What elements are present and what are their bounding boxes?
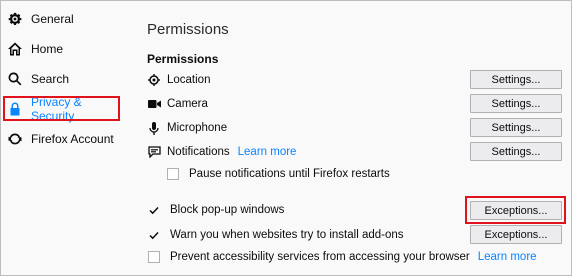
microphone-settings-button[interactable]: Settings... (470, 118, 562, 137)
accessibility-learn-more-link[interactable]: Learn more (478, 251, 537, 263)
permission-location: Location (147, 71, 210, 89)
sidebar-item-label: Home (31, 42, 64, 56)
permission-notifications: Notifications Learn more (147, 143, 296, 161)
permission-camera: Camera (147, 95, 208, 113)
block-popups-row: Block pop-up windows (148, 201, 284, 219)
location-settings-button[interactable]: Settings... (470, 70, 562, 89)
sidebar: General Home Search Privacy & Security F… (1, 1, 131, 275)
sync-icon (7, 131, 23, 147)
checkmark-icon (149, 206, 159, 215)
addons-exceptions-button[interactable]: Exceptions... (470, 225, 562, 244)
block-popups-checkbox[interactable] (148, 204, 160, 216)
highlight-popup-exceptions (465, 196, 566, 224)
preferences-window: General Home Search Privacy & Security F… (0, 0, 572, 276)
pause-notifications-row: Pause notifications until Firefox restar… (167, 165, 390, 183)
prevent-accessibility-row: Prevent accessibility services from acce… (148, 248, 537, 266)
warn-addons-checkbox[interactable] (148, 229, 160, 241)
home-icon (7, 41, 23, 57)
camera-icon (147, 97, 161, 111)
sidebar-item-label: General (31, 12, 74, 26)
pause-notifications-label: Pause notifications until Firefox restar… (189, 168, 390, 180)
sidebar-item-label: Search (31, 72, 70, 86)
prevent-accessibility-label: Prevent accessibility services from acce… (170, 251, 470, 263)
permission-label: Camera (167, 98, 208, 110)
page-title: Permissions (147, 21, 229, 38)
notifications-learn-more-link[interactable]: Learn more (238, 146, 297, 158)
block-popups-label: Block pop-up windows (170, 204, 285, 216)
sidebar-item-firefox-account[interactable]: Firefox Account (4, 128, 122, 150)
sidebar-item-home[interactable]: Home (4, 38, 122, 60)
sidebar-item-general[interactable]: General (4, 8, 122, 30)
camera-settings-button[interactable]: Settings... (470, 94, 562, 113)
microphone-icon (147, 121, 161, 135)
section-title: Permissions (147, 52, 219, 66)
checkmark-icon (149, 231, 159, 240)
warn-addons-row: Warn you when websites try to install ad… (148, 226, 404, 244)
notifications-settings-button[interactable]: Settings... (470, 142, 562, 161)
permission-label: Notifications (167, 146, 230, 158)
notification-icon (147, 145, 161, 159)
pause-notifications-checkbox[interactable] (167, 168, 179, 180)
permission-label: Location (167, 74, 211, 86)
permission-microphone: Microphone (147, 119, 227, 137)
warn-addons-label: Warn you when websites try to install ad… (170, 229, 404, 241)
highlight-privacy-security (3, 96, 120, 121)
prevent-accessibility-checkbox[interactable] (148, 251, 160, 263)
gear-icon (7, 11, 23, 27)
location-icon (147, 73, 161, 87)
sidebar-item-label: Firefox Account (31, 132, 114, 146)
search-icon (7, 71, 23, 87)
permission-label: Microphone (167, 122, 228, 134)
sidebar-item-search[interactable]: Search (4, 68, 122, 90)
